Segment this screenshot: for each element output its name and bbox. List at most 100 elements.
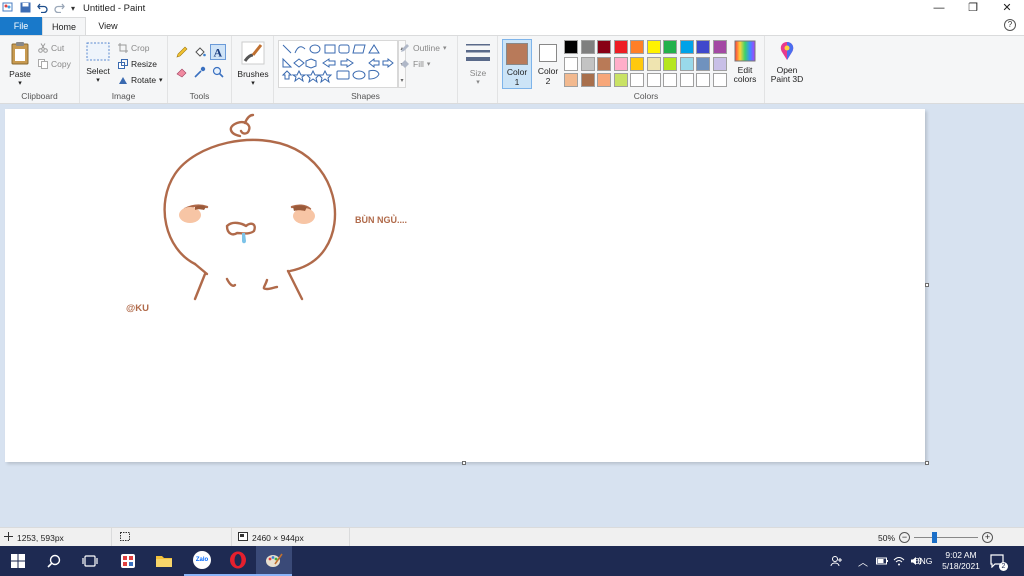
action-center-button[interactable]: 2 [990, 546, 1008, 576]
color-swatch[interactable] [564, 56, 578, 71]
resize-handle-corner[interactable] [925, 461, 929, 465]
taskbar-paint[interactable] [256, 546, 292, 576]
color-swatch[interactable] [679, 56, 694, 71]
crop-button[interactable]: Crop [118, 40, 149, 55]
color-swatch[interactable] [712, 56, 727, 71]
customize-dropdown-icon[interactable]: ▾ [71, 4, 75, 13]
color-swatch[interactable] [613, 40, 628, 54]
color-swatch[interactable] [679, 40, 694, 54]
color-swatch[interactable] [696, 73, 710, 87]
color-swatch[interactable] [597, 73, 611, 87]
shapes-gallery[interactable] [278, 40, 398, 88]
cut-button[interactable]: Cut [38, 40, 64, 55]
clipboard-group-label: Clipboard [21, 91, 58, 101]
color-swatch[interactable] [597, 56, 611, 71]
open-paint3d-button[interactable]: Open Paint 3D [766, 40, 808, 84]
search-button[interactable] [36, 546, 72, 576]
resize-handle-bottom[interactable] [462, 461, 466, 465]
pencil-icon[interactable] [176, 46, 188, 60]
rotate-label: Rotate [131, 74, 157, 85]
image-size-icon [238, 532, 248, 543]
select-dropdown-icon: ▾ [96, 77, 100, 84]
color-swatch[interactable] [630, 40, 644, 54]
taskbar-app-photos[interactable] [110, 546, 146, 576]
minimize-button[interactable]: — [922, 0, 956, 17]
color-swatch[interactable] [564, 40, 578, 54]
help-icon[interactable]: ? [1004, 19, 1016, 31]
color-swatch[interactable] [696, 56, 710, 71]
floppy-icon[interactable] [20, 2, 31, 16]
eraser-icon[interactable] [176, 66, 188, 80]
zoom-out-button[interactable]: − [899, 532, 911, 543]
paste-button[interactable]: Paste ▾ [6, 41, 34, 87]
color-swatch[interactable] [646, 73, 661, 87]
brushes-button[interactable]: Brushes ▾ [235, 41, 271, 87]
taskbar-opera[interactable] [220, 546, 256, 576]
start-button[interactable] [0, 546, 36, 576]
redo-icon[interactable] [54, 2, 65, 16]
color-swatch[interactable] [646, 56, 661, 71]
fill-button[interactable]: Fill ▾ [400, 56, 430, 71]
color-swatch[interactable] [712, 40, 727, 54]
tab-file[interactable]: File [0, 17, 42, 35]
copy-button[interactable]: Copy [38, 56, 71, 71]
zoom-slider-thumb[interactable] [931, 532, 937, 543]
color2-button[interactable]: Color 2 [534, 39, 562, 89]
text-tool-icon[interactable]: A [210, 44, 226, 60]
show-hidden-icons-button[interactable]: ︿ [858, 546, 868, 576]
edit-colors-button[interactable]: Edit colors [730, 40, 760, 84]
color-swatch[interactable] [696, 40, 710, 54]
copy-icon [38, 58, 48, 69]
rotate-button[interactable]: Rotate ▾ [118, 72, 163, 87]
color-palette [564, 40, 730, 92]
title-bar: ▾ Untitled - Paint — ❐ ✕ [0, 0, 1024, 17]
clock[interactable]: 9:02 AM 5/18/2021 [940, 546, 982, 576]
maximize-button[interactable]: ❐ [956, 0, 990, 17]
color-swatch[interactable] [580, 40, 595, 54]
close-button[interactable]: ✕ [990, 0, 1024, 17]
color-swatch[interactable] [646, 40, 661, 54]
color-swatch[interactable] [663, 56, 677, 71]
selection-size-section [112, 528, 232, 547]
taskbar-zalo[interactable]: Zalo [184, 546, 220, 576]
select-button[interactable]: Select ▾ [84, 42, 112, 84]
size-label: Size [469, 68, 487, 78]
paint3d-icon [766, 40, 808, 64]
color-swatch[interactable] [712, 73, 727, 87]
color-swatch[interactable] [580, 56, 595, 71]
size-button[interactable]: Size ▾ [462, 42, 494, 86]
color-swatch[interactable] [613, 73, 628, 87]
search-icon [47, 554, 61, 568]
magnifier-icon[interactable] [212, 66, 224, 80]
color-swatch[interactable] [663, 73, 677, 87]
paint-app-icon[interactable] [2, 1, 14, 16]
color-swatch[interactable] [679, 73, 694, 87]
zoom-slider[interactable] [914, 532, 979, 543]
clipboard-icon [6, 41, 34, 67]
crop-icon [118, 42, 128, 53]
zoom-in-button[interactable]: + [982, 532, 994, 543]
color-swatch[interactable] [663, 40, 677, 54]
color-picker-icon[interactable] [194, 66, 206, 80]
language-indicator[interactable]: ENG [914, 546, 932, 576]
undo-icon[interactable] [37, 2, 48, 16]
cursor-position: 1253, 593px [17, 532, 64, 543]
drawing-canvas[interactable]: BÙN NGỦ.... @KU [5, 109, 925, 462]
color1-button[interactable]: Color 1 [502, 39, 532, 89]
color-swatch[interactable] [630, 56, 644, 71]
color-swatch[interactable] [630, 73, 644, 87]
tab-home[interactable]: Home [42, 17, 86, 35]
color-swatch[interactable] [580, 73, 595, 87]
fill-bucket-icon[interactable] [194, 46, 206, 60]
color-swatch[interactable] [597, 40, 611, 54]
color-swatch[interactable] [613, 56, 628, 71]
people-button[interactable] [830, 546, 844, 576]
resize-handle-right[interactable] [925, 283, 929, 287]
color-swatch[interactable] [564, 73, 578, 87]
task-view-button[interactable] [72, 546, 108, 576]
resize-button[interactable]: Resize [118, 56, 157, 71]
taskbar-file-explorer[interactable] [146, 546, 182, 576]
drawing-caption: BÙN NGỦ.... [355, 215, 408, 225]
outline-button[interactable]: Outline ▾ [400, 40, 446, 55]
tab-view[interactable]: View [86, 17, 130, 35]
